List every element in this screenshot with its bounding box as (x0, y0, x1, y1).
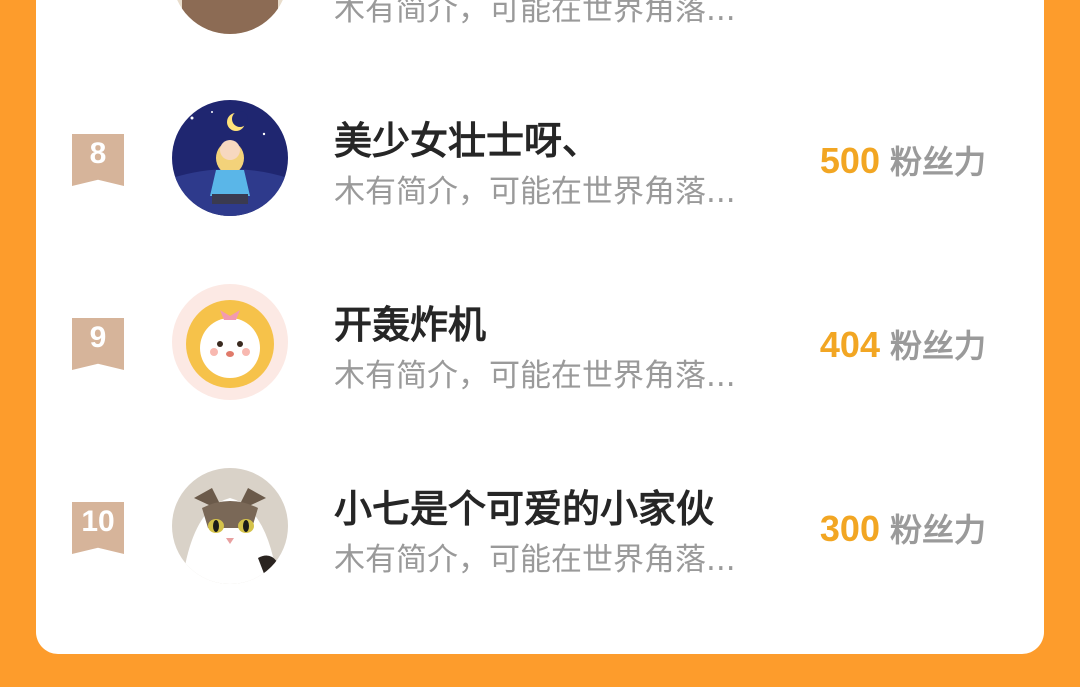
user-name: 小七是个可爱的小家伙 (334, 487, 715, 531)
kitten-photo-avatar-image (172, 468, 288, 584)
user-name: 美少女壮士呀、 (334, 119, 601, 163)
list-item[interactable]: 10 小七是个可爱的小家伙 木有简介，可能在世界角落... 300 粉丝力 (36, 468, 1044, 588)
user-bio: 木有简介，可能在世界角落... (334, 174, 736, 210)
fans-count: 404 (819, 324, 880, 365)
cartoon-bear-avatar-image (172, 284, 288, 400)
list-item[interactable]: 9 开轰炸机 木有简介，可能在世界角落... 404 粉丝力 (36, 284, 1044, 404)
avatar[interactable] (172, 0, 288, 34)
fans-label: 粉丝力 (889, 327, 986, 365)
rank-badge: 9 (72, 318, 124, 370)
rank-number: 10 (81, 505, 115, 538)
user-name: 开轰炸机 (334, 303, 487, 347)
avatar[interactable] (172, 468, 288, 584)
avatar[interactable] (172, 284, 288, 400)
fans-count: 300 (819, 508, 880, 549)
fans-count: 500 (819, 140, 880, 181)
user-bio: 木有简介，可能在世界角落... (334, 358, 736, 394)
user-bio: 木有简介，可能在世界角落... (334, 0, 736, 28)
fans-score: 500 粉丝力 (820, 137, 986, 183)
leaderboard-card: 木有简介，可能在世界角落... 8 美少女壮士呀、 木有简介，可能在世界角落..… (36, 0, 1044, 654)
fans-label: 粉丝力 (889, 511, 986, 549)
user-bio: 木有简介，可能在世界角落... (334, 542, 736, 578)
list-item[interactable]: 8 美少女壮士呀、 木有简介，可能在世界角落... 500 粉丝力 (36, 100, 1044, 220)
rank-number: 8 (89, 137, 107, 170)
rank-badge: 10 (72, 502, 124, 554)
avatar[interactable] (172, 100, 288, 216)
rank-number: 9 (89, 321, 107, 354)
fans-label: 粉丝力 (889, 143, 986, 181)
rank-badge: 8 (72, 134, 124, 186)
list-item-partial[interactable]: 木有简介，可能在世界角落... (36, 0, 1044, 38)
fans-score: 404 粉丝力 (820, 321, 986, 367)
fans-score: 300 粉丝力 (820, 505, 986, 551)
avatar-image (172, 0, 288, 34)
anime-girl-moon-avatar-image (172, 100, 288, 216)
